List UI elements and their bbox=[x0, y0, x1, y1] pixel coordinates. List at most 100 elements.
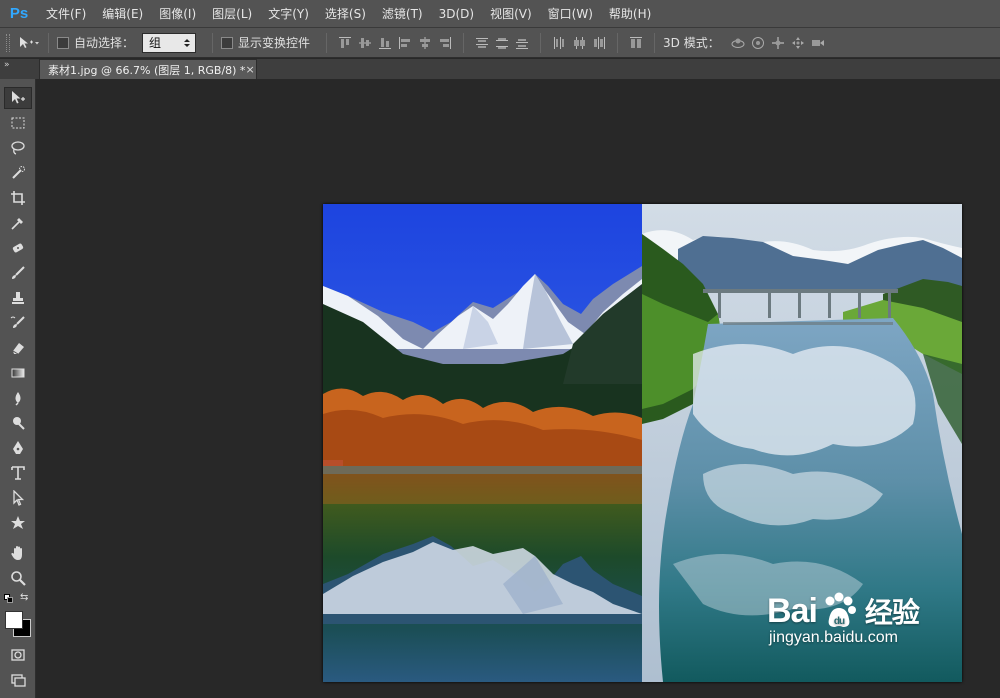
clone-stamp-tool-icon bbox=[12, 292, 24, 304]
brush-tool[interactable] bbox=[4, 262, 32, 284]
divider bbox=[212, 32, 214, 53]
baidu-jingyan-logo: Bai du 经验 bbox=[767, 591, 987, 631]
align-hcenter-button[interactable] bbox=[415, 32, 435, 54]
distribute-right-button[interactable] bbox=[589, 32, 609, 54]
quick-select-tool[interactable] bbox=[4, 162, 32, 184]
align-bottom-button[interactable] bbox=[375, 32, 395, 54]
healing-brush-tool-icon bbox=[12, 243, 24, 253]
quick-mask-icon bbox=[11, 649, 25, 661]
dodge-tool[interactable] bbox=[4, 412, 32, 434]
clone-stamp-tool[interactable] bbox=[4, 287, 32, 309]
pen-tool-icon bbox=[13, 441, 23, 454]
align-right-button[interactable] bbox=[435, 32, 455, 54]
crop-tool[interactable] bbox=[4, 187, 32, 209]
menu-select[interactable]: 选择(S) bbox=[317, 0, 374, 28]
path-select-tool[interactable] bbox=[4, 487, 32, 509]
video-camera-icon bbox=[811, 39, 824, 46]
menu-image[interactable]: 图像(I) bbox=[151, 0, 204, 28]
eyedropper-tool[interactable] bbox=[4, 212, 32, 234]
align-hcenter-icon bbox=[420, 36, 431, 49]
distribute-right-icon bbox=[594, 36, 606, 49]
custom-shape-tool[interactable] bbox=[4, 512, 32, 534]
move-tool-preset-icon bbox=[20, 36, 39, 48]
document-tab-title: 素材1.jpg @ 66.7% (图层 1, RGB/8) * bbox=[48, 63, 246, 77]
document-tab[interactable]: 素材1.jpg @ 66.7% (图层 1, RGB/8) * × bbox=[39, 59, 257, 79]
distribute-top-icon bbox=[476, 37, 489, 48]
3d-orbit-icon bbox=[731, 38, 745, 48]
move-tool[interactable] bbox=[4, 87, 32, 109]
3d-scale-button[interactable] bbox=[808, 32, 828, 54]
zoom-tool-icon bbox=[11, 571, 26, 586]
gradient-tool-icon bbox=[11, 368, 25, 378]
menu-layer[interactable]: 图层(L) bbox=[204, 0, 260, 28]
hand-tool[interactable] bbox=[4, 542, 32, 564]
auto-align-icon bbox=[630, 36, 643, 48]
zoom-tool[interactable] bbox=[4, 567, 32, 589]
show-transform-checkbox[interactable] bbox=[221, 36, 234, 49]
auto-select-label: 自动选择： bbox=[74, 36, 135, 50]
3d-slide-button[interactable] bbox=[788, 32, 808, 54]
screen-mode-button[interactable] bbox=[4, 669, 32, 691]
crop-tool-icon bbox=[11, 191, 25, 205]
collapse-panel-icon[interactable]: » bbox=[0, 59, 36, 79]
align-left-button[interactable] bbox=[395, 32, 415, 54]
blur-tool[interactable] bbox=[4, 387, 32, 409]
marquee-tool[interactable] bbox=[4, 112, 32, 134]
menu-filter[interactable]: 滤镜(T) bbox=[374, 0, 431, 28]
canvas-workspace[interactable]: Bai du 经验 jingyan.baidu.com bbox=[37, 79, 1000, 698]
distribute-bottom-button[interactable] bbox=[512, 32, 532, 54]
divider bbox=[326, 32, 328, 53]
divider bbox=[48, 32, 49, 53]
menu-window[interactable]: 窗口(W) bbox=[540, 0, 601, 28]
auto-select-checkbox[interactable] bbox=[57, 36, 69, 49]
align-top-button[interactable] bbox=[335, 32, 355, 54]
type-tool-icon bbox=[11, 466, 25, 480]
screen-mode-icon bbox=[11, 674, 26, 687]
type-tool[interactable] bbox=[4, 462, 32, 484]
gradient-tool[interactable] bbox=[4, 362, 32, 384]
menu-edit[interactable]: 编辑(E) bbox=[94, 0, 151, 28]
document-tab-bar: » 素材1.jpg @ 66.7% (图层 1, RGB/8) * × bbox=[0, 59, 1000, 79]
watermark-cn: 经验 bbox=[864, 596, 920, 629]
menu-file[interactable]: 文件(F) bbox=[38, 0, 94, 28]
align-vcenter-button[interactable] bbox=[355, 32, 375, 54]
baidu-paw-icon: du bbox=[825, 592, 856, 627]
menu-help[interactable]: 帮助(H) bbox=[601, 0, 659, 28]
menu-bar: Ps 文件(F) 编辑(E) 图像(I) 图层(L) 文字(Y) 选择(S) 滤… bbox=[0, 0, 1000, 28]
lasso-tool[interactable] bbox=[4, 137, 32, 159]
lasso-tool-icon bbox=[11, 141, 25, 155]
divider bbox=[463, 32, 465, 53]
tool-preset-picker[interactable] bbox=[18, 32, 40, 54]
history-brush-tool[interactable] bbox=[4, 312, 32, 334]
auto-select-dropdown[interactable]: 组 bbox=[142, 32, 197, 53]
distribute-hcenter-button[interactable] bbox=[569, 32, 589, 54]
3d-orbit-button[interactable] bbox=[728, 32, 748, 54]
3d-pan-button[interactable] bbox=[768, 32, 788, 54]
path-select-tool-icon bbox=[13, 490, 25, 506]
healing-brush-tool[interactable] bbox=[4, 237, 32, 259]
blur-tool-icon bbox=[15, 392, 21, 406]
eyedropper-tool-icon bbox=[11, 218, 23, 230]
foreground-color-swatch[interactable] bbox=[5, 611, 23, 629]
pen-tool[interactable] bbox=[4, 437, 32, 459]
eraser-tool[interactable] bbox=[4, 337, 32, 359]
3d-roll-icon bbox=[751, 36, 764, 49]
menu-type[interactable]: 文字(Y) bbox=[260, 0, 317, 28]
default-colors-icon[interactable] bbox=[4, 594, 14, 604]
marquee-tool-icon bbox=[11, 117, 25, 129]
distribute-left-icon bbox=[554, 36, 565, 49]
distribute-left-button[interactable] bbox=[549, 32, 569, 54]
close-icon[interactable]: × bbox=[245, 63, 254, 76]
distribute-vcenter-button[interactable] bbox=[492, 32, 512, 54]
distribute-top-button[interactable] bbox=[472, 32, 492, 54]
quick-select-tool-icon bbox=[12, 166, 25, 179]
auto-align-layers-button[interactable] bbox=[626, 32, 646, 54]
swap-colors-icon[interactable]: ⇆ bbox=[20, 592, 28, 603]
custom-shape-tool-icon bbox=[11, 516, 25, 529]
3d-roll-button[interactable] bbox=[748, 32, 768, 54]
menu-3d[interactable]: 3D(D) bbox=[431, 0, 482, 28]
menu-view[interactable]: 视图(V) bbox=[482, 0, 540, 28]
options-bar-grip[interactable] bbox=[6, 33, 10, 52]
divider bbox=[617, 32, 619, 53]
quick-mask-button[interactable] bbox=[4, 644, 32, 666]
